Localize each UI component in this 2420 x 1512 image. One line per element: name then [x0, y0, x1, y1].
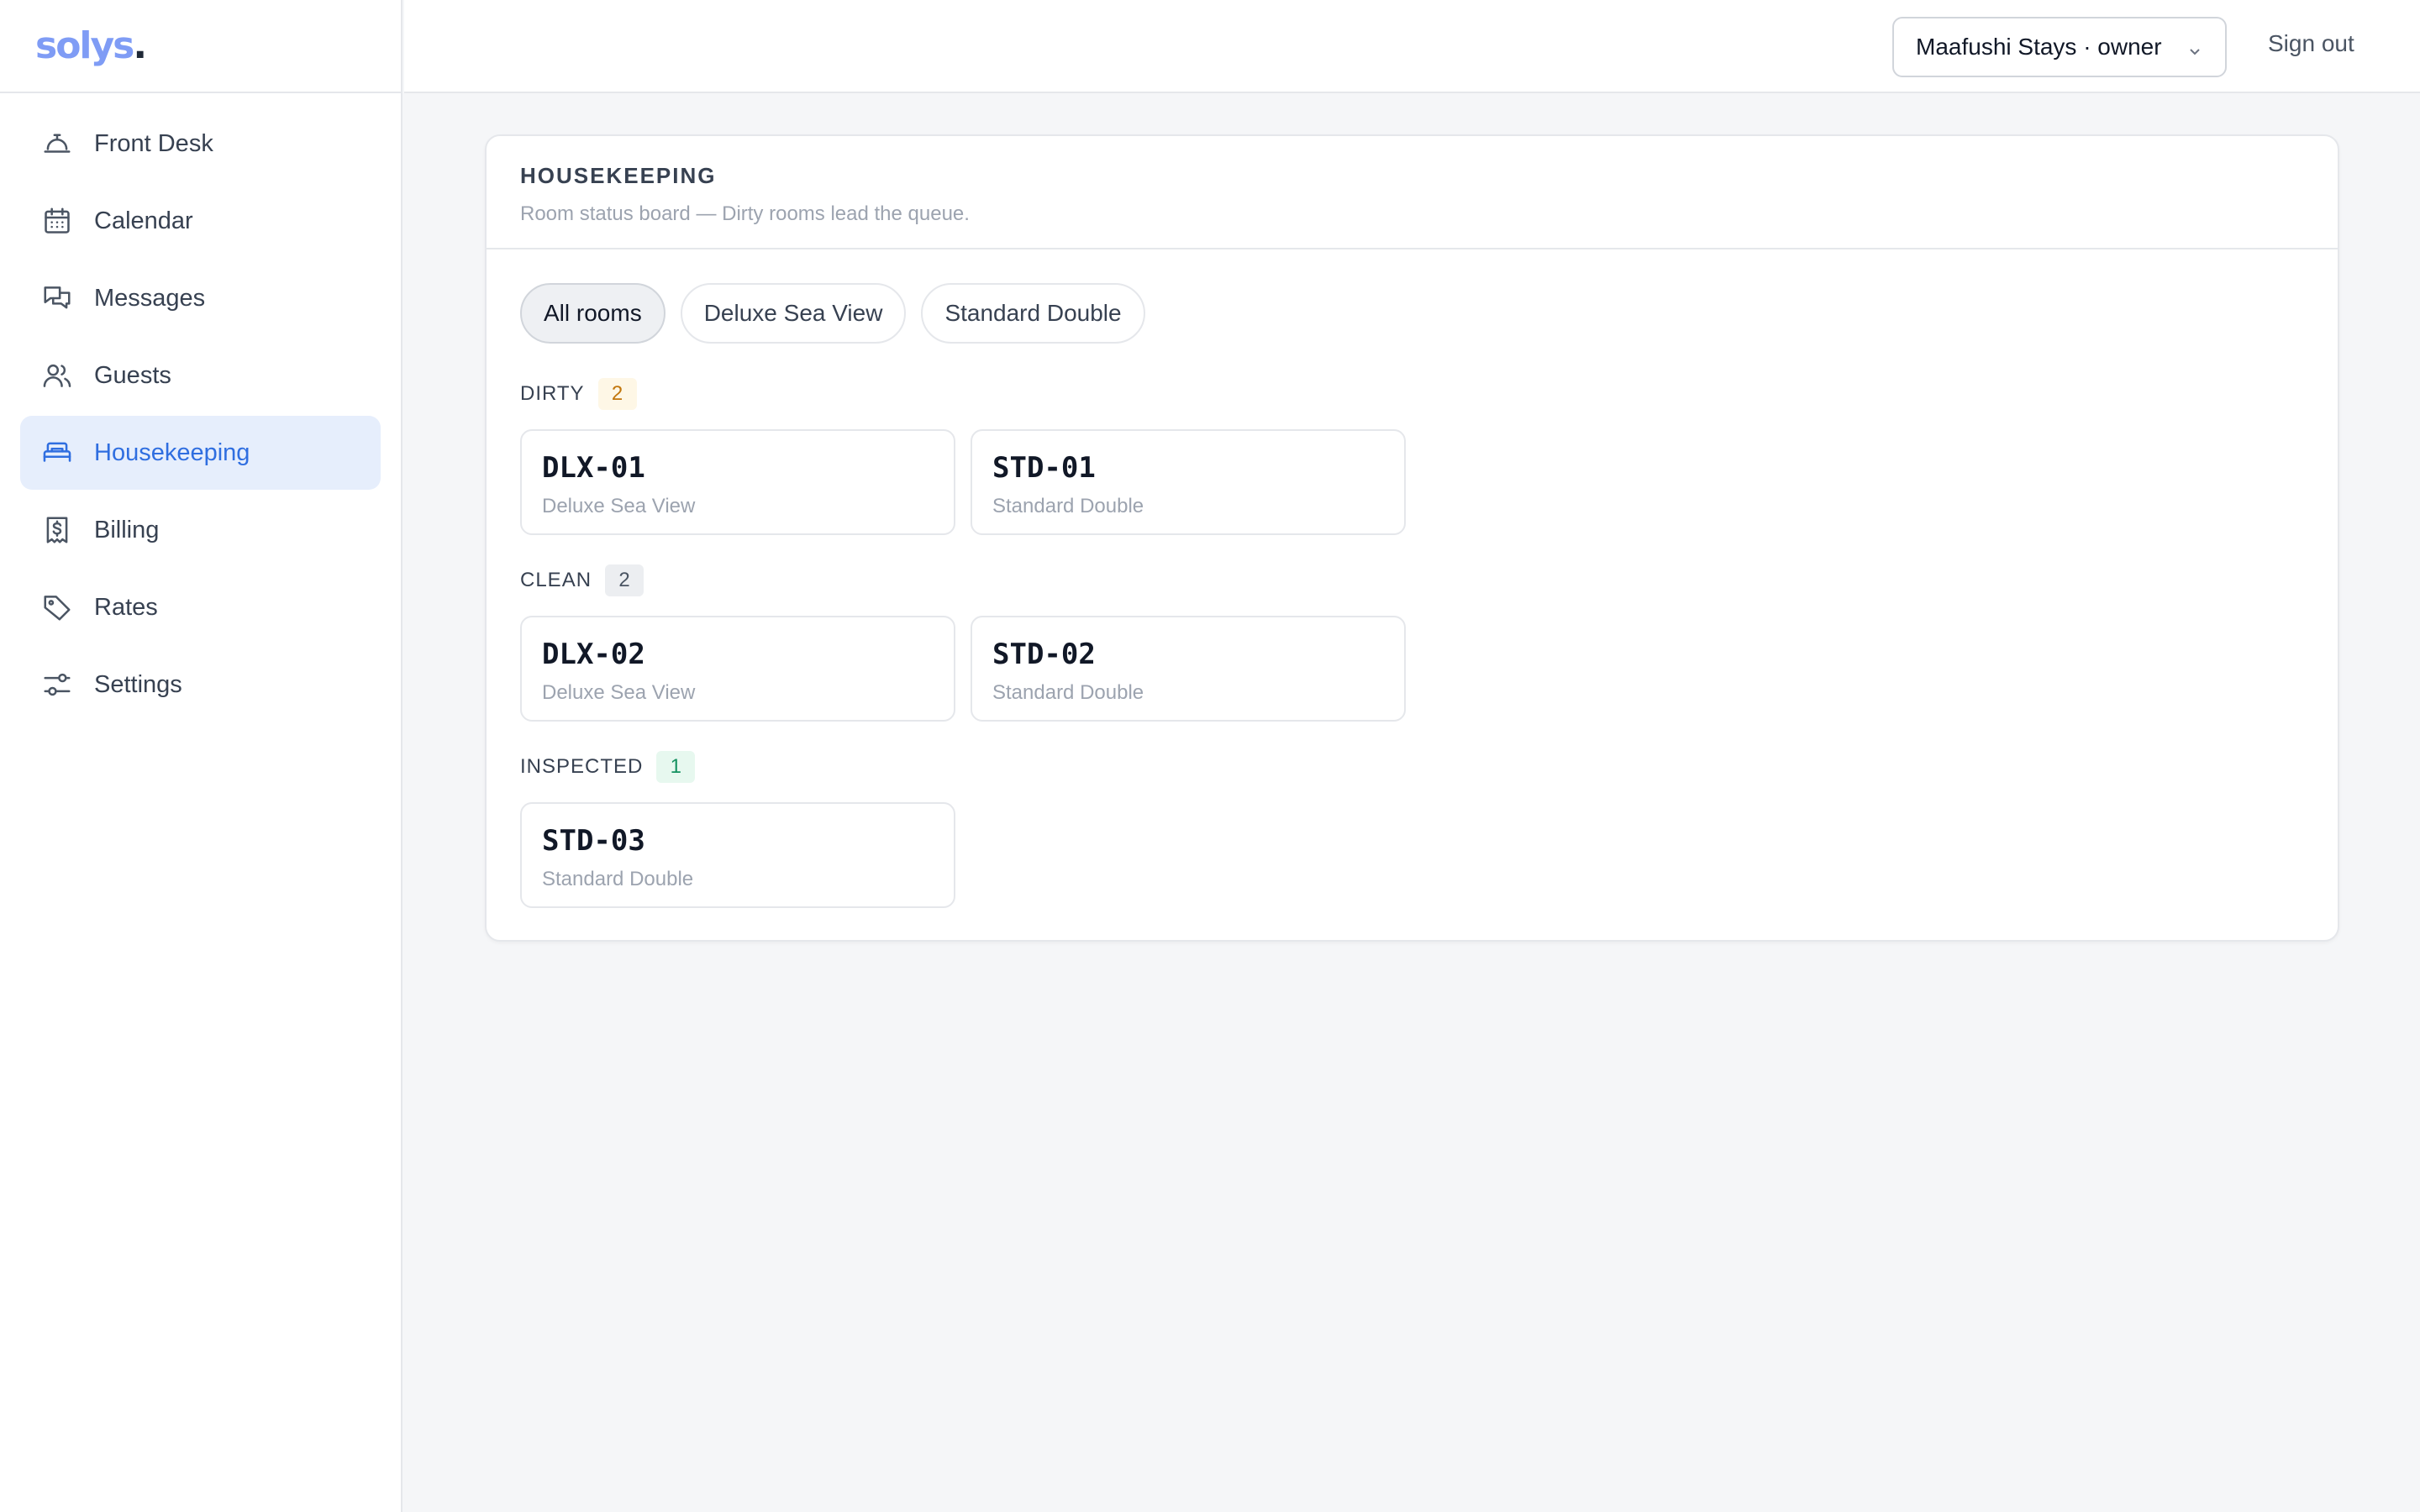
housekeeping-card: HOUSEKEEPING Room status board — Dirty r… [485, 134, 2339, 942]
group-label: CLEAN [520, 569, 592, 591]
filter-all-rooms[interactable]: All rooms [520, 283, 666, 344]
sidebar-item-billing[interactable]: Billing [20, 493, 381, 567]
sidebar-item-front-desk[interactable]: Front Desk [20, 107, 381, 181]
sidebar-item-label: Front Desk [94, 129, 213, 157]
group-label: INSPECTED [520, 755, 644, 778]
room-list: DLX-02 Deluxe Sea View STD-02 Standard D… [520, 616, 2304, 722]
sidebar-item-label: Calendar [94, 207, 193, 234]
room-type: Deluxe Sea View [542, 681, 696, 704]
sidebar-item-label: Guests [94, 361, 171, 389]
card-body: All rooms Deluxe Sea View Standard Doubl… [487, 249, 2338, 942]
concierge-bell-icon [40, 127, 74, 160]
group-inspected: INSPECTED 1 STD-03 Standard Double [520, 750, 2304, 908]
filter-standard-double[interactable]: Standard Double [921, 283, 1145, 344]
group-header: DIRTY 2 [520, 377, 2304, 411]
sidebar-item-messages[interactable]: Messages [20, 261, 381, 335]
sidebar: solys. Front Desk Calendar Messages Gues… [0, 0, 402, 1512]
room-card[interactable]: DLX-01 Deluxe Sea View [520, 429, 955, 535]
room-type: Standard Double [992, 495, 1144, 517]
sidebar-item-settings[interactable]: Settings [20, 648, 381, 722]
tag-icon [40, 591, 74, 624]
sidebar-item-label: Billing [94, 516, 160, 543]
topbar: Maafushi Stays · owner Sign out [404, 0, 2420, 93]
sliders-icon [40, 668, 74, 701]
chevron-down-icon [2186, 39, 2203, 55]
room-code: DLX-02 [542, 638, 645, 671]
room-card[interactable]: STD-01 Standard Double [971, 429, 1406, 535]
group-label: DIRTY [520, 382, 585, 405]
room-card[interactable]: DLX-02 Deluxe Sea View [520, 616, 955, 722]
sidebar-item-label: Messages [94, 284, 206, 312]
sidebar-item-guests[interactable]: Guests [20, 339, 381, 412]
filter-deluxe-sea-view[interactable]: Deluxe Sea View [680, 283, 907, 344]
calendar-icon [40, 204, 74, 238]
sidebar-item-calendar[interactable]: Calendar [20, 184, 381, 258]
sidebar-nav: Front Desk Calendar Messages Guests Hous… [0, 93, 401, 738]
room-list: STD-03 Standard Double [520, 802, 2304, 908]
org-select[interactable]: Maafushi Stays · owner [1892, 17, 2227, 77]
room-type: Deluxe Sea View [542, 495, 696, 517]
room-code: DLX-01 [542, 451, 645, 485]
sidebar-item-housekeeping[interactable]: Housekeeping [20, 416, 381, 490]
sidebar-item-label: Housekeeping [94, 438, 250, 466]
page-subtitle: Room status board — Dirty rooms lead the… [520, 202, 970, 225]
brand-logo[interactable]: solys. [35, 24, 147, 67]
users-icon [40, 359, 74, 392]
sidebar-item-label: Rates [94, 593, 158, 621]
sign-out-button[interactable]: Sign out [2268, 30, 2354, 57]
room-type: Standard Double [992, 681, 1144, 704]
card-header: HOUSEKEEPING Room status board — Dirty r… [487, 136, 2338, 249]
brand: solys. [0, 0, 401, 93]
page-title: HOUSEKEEPING [520, 163, 717, 188]
org-select-value: Maafushi Stays · owner [1916, 34, 2162, 60]
count-badge: 2 [597, 378, 637, 410]
room-code: STD-01 [992, 451, 1096, 485]
count-badge: 2 [605, 564, 644, 596]
bed-icon [40, 436, 74, 470]
sidebar-item-label: Settings [94, 670, 182, 698]
room-list: DLX-01 Deluxe Sea View STD-01 Standard D… [520, 429, 2304, 535]
chat-bubbles-icon [40, 281, 74, 315]
group-dirty: DIRTY 2 DLX-01 Deluxe Sea View STD-01 St… [520, 377, 2304, 535]
group-clean: CLEAN 2 DLX-02 Deluxe Sea View STD-02 St… [520, 564, 2304, 722]
group-header: CLEAN 2 [520, 564, 2304, 597]
room-code: STD-02 [992, 638, 1096, 671]
count-badge: 1 [656, 751, 696, 783]
sidebar-item-rates[interactable]: Rates [20, 570, 381, 644]
room-card[interactable]: STD-02 Standard Double [971, 616, 1406, 722]
group-header: INSPECTED 1 [520, 750, 2304, 784]
room-type-filters: All rooms Deluxe Sea View Standard Doubl… [520, 283, 2304, 344]
room-code: STD-03 [542, 824, 645, 858]
receipt-dollar-icon [40, 513, 74, 547]
room-card[interactable]: STD-03 Standard Double [520, 802, 955, 908]
room-type: Standard Double [542, 868, 694, 890]
